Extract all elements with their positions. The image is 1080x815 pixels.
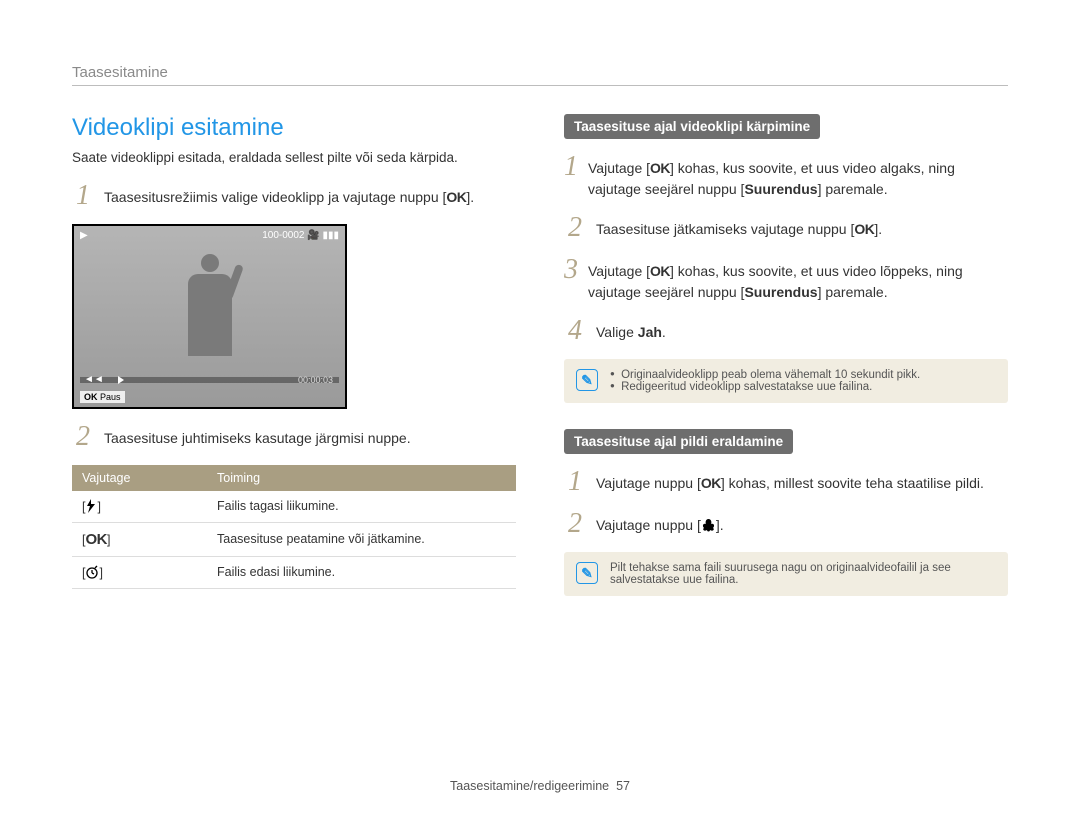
step-number: 1 xyxy=(564,153,578,200)
table-header: Toiming xyxy=(207,465,516,491)
ok-icon: OK xyxy=(446,187,466,208)
elapsed-time: 00:00:03 xyxy=(298,375,333,385)
table-row: [OK] Taasesituse peatamine või jätkamine… xyxy=(72,522,516,556)
step-1: 1 Taasesitusrežiimis valige videoklipp j… xyxy=(72,182,516,210)
video-screen-preview: ▶ 100-0002 🎥 ▮▮▮ ◄◄ 00:00:03 OK xyxy=(72,224,347,409)
controls-table: Vajutage Toiming [] Failis tagasi liikum… xyxy=(72,465,516,589)
breadcrumb: Taasesitamine xyxy=(72,64,1008,86)
subsection-heading: Taasesituse ajal pildi eraldamine xyxy=(564,429,793,454)
silhouette-figure xyxy=(175,254,245,364)
step-text: Taasesitusrežiimis valige videoklipp ja … xyxy=(104,182,474,210)
note-box: ✎ Pilt tehakse sama faili suurusega nagu… xyxy=(564,552,1008,596)
step-number: 2 xyxy=(564,510,586,538)
table-header: Vajutage xyxy=(72,465,207,491)
step-text: Vajutage nuppu [OK] kohas, millest soovi… xyxy=(596,468,984,496)
macro-icon xyxy=(701,518,716,532)
step-text: Taasesituse jätkamiseks vajutage nuppu [… xyxy=(596,214,882,242)
trim-step-3: 3 Vajutage [OK] kohas, kus soovite, et u… xyxy=(564,256,1008,303)
timer-icon xyxy=(85,565,99,579)
right-column: Taasesituse ajal videoklipi kärpimine 1 … xyxy=(564,114,1008,622)
step-2: 2 Taasesituse juhtimiseks kasutage järgm… xyxy=(72,423,516,451)
step-text: Taasesituse juhtimiseks kasutage järgmis… xyxy=(104,423,411,451)
battery-icon: ▮▮▮ xyxy=(322,230,339,241)
ok-icon: OK xyxy=(85,531,107,548)
flash-icon xyxy=(85,499,97,513)
ok-icon: OK xyxy=(701,473,721,494)
table-row: [] Failis tagasi liikumine. xyxy=(72,491,516,523)
note-icon: ✎ xyxy=(576,562,598,584)
capture-step-1: 1 Vajutage nuppu [OK] kohas, millest soo… xyxy=(564,468,1008,496)
screen-statusbar: ▶ 100-0002 🎥 ▮▮▮ xyxy=(80,230,339,241)
progress-bar: ◄◄ 00:00:03 xyxy=(80,377,339,383)
ok-icon: OK xyxy=(854,219,874,240)
ok-icon: OK xyxy=(650,158,670,179)
button-cell: [OK] xyxy=(72,522,207,556)
desc-cell: Failis edasi liikumine. xyxy=(207,556,516,588)
step-number: 1 xyxy=(564,468,586,496)
step-text: Vajutage [OK] kohas, kus soovite, et uus… xyxy=(588,256,1008,303)
trim-step-4: 4 Valige Jah. xyxy=(564,317,1008,345)
button-cell: [] xyxy=(72,556,207,588)
play-icon xyxy=(118,376,124,384)
table-row: [] Failis edasi liikumine. xyxy=(72,556,516,588)
movie-icon: 🎥 xyxy=(307,230,322,241)
step-number: 3 xyxy=(564,256,578,303)
button-cell: [] xyxy=(72,491,207,523)
note-text: Pilt tehakse sama faili suurusega nagu o… xyxy=(610,562,996,586)
page-footer: Taasesitamine/redigeerimine 57 xyxy=(0,779,1080,793)
intro-text: Saate videoklippi esitada, eraldada sell… xyxy=(72,148,516,168)
left-column: Videoklipi esitamine Saate videoklippi e… xyxy=(72,114,516,622)
desc-cell: Failis tagasi liikumine. xyxy=(207,491,516,523)
capture-step-2: 2 Vajutage nuppu []. xyxy=(564,510,1008,538)
ok-icon: OK xyxy=(84,392,98,402)
trim-step-1: 1 Vajutage [OK] kohas, kus soovite, et u… xyxy=(564,153,1008,200)
step-number: 2 xyxy=(72,423,94,451)
section-heading: Videoklipi esitamine xyxy=(72,114,516,142)
file-counter: 100-0002 xyxy=(262,230,304,241)
step-number: 2 xyxy=(564,214,586,242)
step-text: Vajutage nuppu []. xyxy=(596,510,724,538)
note-icon: ✎ xyxy=(576,369,598,391)
step-number: 1 xyxy=(72,182,94,210)
note-item: Redigeeritud videoklipp salvestatakse uu… xyxy=(610,381,920,393)
subsection-heading: Taasesituse ajal videoklipi kärpimine xyxy=(564,114,820,139)
note-item: Originaalvideoklipp peab olema vähemalt … xyxy=(610,369,920,381)
screen-hint: OK Paus xyxy=(80,391,125,403)
step-text: Vajutage [OK] kohas, kus soovite, et uus… xyxy=(588,153,1008,200)
step-text: Valige Jah. xyxy=(596,317,666,345)
step-number: 4 xyxy=(564,317,586,345)
rewind-icon: ◄◄ xyxy=(84,374,104,385)
note-box: ✎ Originaalvideoklipp peab olema vähemal… xyxy=(564,359,1008,403)
play-mode-icon: ▶ xyxy=(80,230,88,241)
desc-cell: Taasesituse peatamine või jätkamine. xyxy=(207,522,516,556)
trim-step-2: 2 Taasesituse jätkamiseks vajutage nuppu… xyxy=(564,214,1008,242)
ok-icon: OK xyxy=(650,261,670,282)
